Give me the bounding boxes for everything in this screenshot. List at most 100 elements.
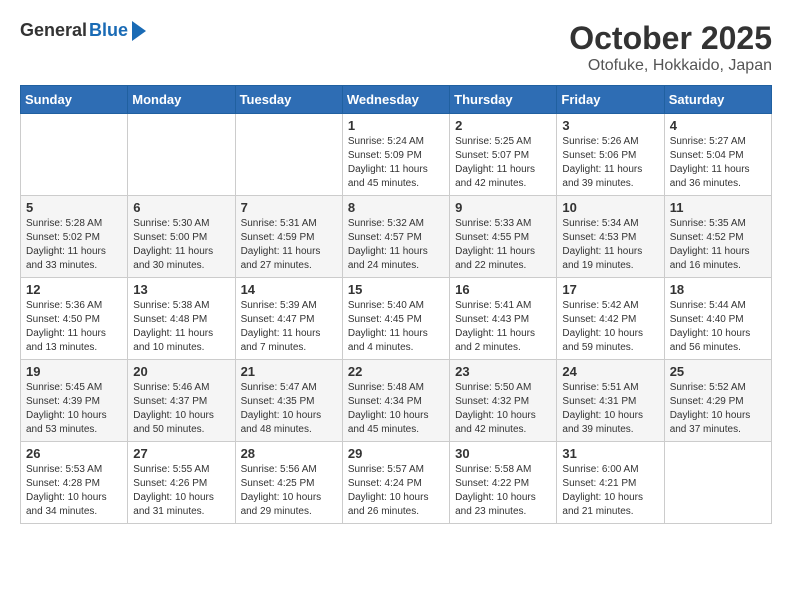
weekday-header-monday: Monday <box>128 86 235 114</box>
header: General Blue October 2025 Otofuke, Hokka… <box>20 20 772 75</box>
day-info: Sunrise: 5:32 AM Sunset: 4:57 PM Dayligh… <box>348 217 444 273</box>
day-info: Sunrise: 5:41 AM Sunset: 4:43 PM Dayligh… <box>455 299 551 355</box>
day-number: 20 <box>133 364 229 379</box>
calendar-cell: 12 Sunrise: 5:36 AM Sunset: 4:50 PM Dayli… <box>21 278 128 360</box>
day-info: Sunrise: 5:57 AM Sunset: 4:24 PM Dayligh… <box>348 463 444 519</box>
calendar-cell: 17 Sunrise: 5:42 AM Sunset: 4:42 PM Dayli… <box>557 278 664 360</box>
logo-arrow-icon <box>132 21 146 41</box>
calendar-cell: 18Sunrise: 5:44 AM Sunset: 4:40 PM Dayli… <box>664 278 771 360</box>
location-title: Otofuke, Hokkaido, Japan <box>569 57 772 75</box>
day-info: Sunrise: 5:36 AM Sunset: 4:50 PM Dayligh… <box>26 299 122 355</box>
calendar-cell: 23 Sunrise: 5:50 AM Sunset: 4:32 PM Dayli… <box>450 360 557 442</box>
day-number: 3 <box>562 118 658 133</box>
calendar-cell <box>21 114 128 196</box>
day-number: 5 <box>26 200 122 215</box>
day-info: Sunrise: 5:52 AM Sunset: 4:29 PM Dayligh… <box>670 381 766 437</box>
day-info: Sunrise: 5:39 AM Sunset: 4:47 PM Dayligh… <box>241 299 337 355</box>
day-info: Sunrise: 5:55 AM Sunset: 4:26 PM Dayligh… <box>133 463 229 519</box>
day-info: Sunrise: 5:26 AM Sunset: 5:06 PM Dayligh… <box>562 135 658 191</box>
weekday-header-thursday: Thursday <box>450 86 557 114</box>
day-number: 8 <box>348 200 444 215</box>
day-info: Sunrise: 5:58 AM Sunset: 4:22 PM Dayligh… <box>455 463 551 519</box>
day-info: Sunrise: 5:45 AM Sunset: 4:39 PM Dayligh… <box>26 381 122 437</box>
weekday-header-saturday: Saturday <box>664 86 771 114</box>
day-info: Sunrise: 5:30 AM Sunset: 5:00 PM Dayligh… <box>133 217 229 273</box>
day-info: Sunrise: 5:35 AM Sunset: 4:52 PM Dayligh… <box>670 217 766 273</box>
day-info: Sunrise: 5:38 AM Sunset: 4:48 PM Dayligh… <box>133 299 229 355</box>
logo: General Blue <box>20 20 146 41</box>
day-number: 29 <box>348 446 444 461</box>
day-info: Sunrise: 5:24 AM Sunset: 5:09 PM Dayligh… <box>348 135 444 191</box>
calendar-cell: 5 Sunrise: 5:28 AM Sunset: 5:02 PM Daylig… <box>21 196 128 278</box>
day-number: 17 <box>562 282 658 297</box>
day-number: 13 <box>133 282 229 297</box>
day-info: Sunrise: 5:33 AM Sunset: 4:55 PM Dayligh… <box>455 217 551 273</box>
day-number: 30 <box>455 446 551 461</box>
calendar-cell: 14Sunrise: 5:39 AM Sunset: 4:47 PM Dayli… <box>235 278 342 360</box>
day-info: Sunrise: 5:53 AM Sunset: 4:28 PM Dayligh… <box>26 463 122 519</box>
calendar-cell: 10 Sunrise: 5:34 AM Sunset: 4:53 PM Dayli… <box>557 196 664 278</box>
day-number: 22 <box>348 364 444 379</box>
day-number: 7 <box>241 200 337 215</box>
calendar-cell: 15Sunrise: 5:40 AM Sunset: 4:45 PM Dayli… <box>342 278 449 360</box>
day-number: 28 <box>241 446 337 461</box>
day-number: 12 <box>26 282 122 297</box>
day-info: Sunrise: 5:56 AM Sunset: 4:25 PM Dayligh… <box>241 463 337 519</box>
calendar-cell: 8 Sunrise: 5:32 AM Sunset: 4:57 PM Daylig… <box>342 196 449 278</box>
day-number: 25 <box>670 364 766 379</box>
calendar-cell <box>664 442 771 524</box>
calendar-cell: 6Sunrise: 5:30 AM Sunset: 5:00 PM Daylig… <box>128 196 235 278</box>
calendar-cell: 27 Sunrise: 5:55 AM Sunset: 4:26 PM Dayli… <box>128 442 235 524</box>
day-number: 16 <box>455 282 551 297</box>
calendar-cell: 19 Sunrise: 5:45 AM Sunset: 4:39 PM Dayli… <box>21 360 128 442</box>
week-row-4: 19 Sunrise: 5:45 AM Sunset: 4:39 PM Dayli… <box>21 360 772 442</box>
day-number: 27 <box>133 446 229 461</box>
day-info: Sunrise: 5:48 AM Sunset: 4:34 PM Dayligh… <box>348 381 444 437</box>
day-number: 2 <box>455 118 551 133</box>
day-info: Sunrise: 5:40 AM Sunset: 4:45 PM Dayligh… <box>348 299 444 355</box>
day-info: Sunrise: 6:00 AM Sunset: 4:21 PM Dayligh… <box>562 463 658 519</box>
calendar-cell <box>235 114 342 196</box>
calendar-cell: 2 Sunrise: 5:25 AM Sunset: 5:07 PM Daylig… <box>450 114 557 196</box>
day-number: 21 <box>241 364 337 379</box>
day-info: Sunrise: 5:51 AM Sunset: 4:31 PM Dayligh… <box>562 381 658 437</box>
calendar: SundayMondayTuesdayWednesdayThursdayFrid… <box>20 85 772 524</box>
day-number: 18 <box>670 282 766 297</box>
day-info: Sunrise: 5:42 AM Sunset: 4:42 PM Dayligh… <box>562 299 658 355</box>
logo-blue-text: Blue <box>89 20 128 41</box>
calendar-cell: 4 Sunrise: 5:27 AM Sunset: 5:04 PM Daylig… <box>664 114 771 196</box>
day-number: 24 <box>562 364 658 379</box>
calendar-cell: 24 Sunrise: 5:51 AM Sunset: 4:31 PM Dayli… <box>557 360 664 442</box>
calendar-cell: 29 Sunrise: 5:57 AM Sunset: 4:24 PM Dayli… <box>342 442 449 524</box>
month-title: October 2025 <box>569 20 772 57</box>
day-info: Sunrise: 5:31 AM Sunset: 4:59 PM Dayligh… <box>241 217 337 273</box>
calendar-cell: 25 Sunrise: 5:52 AM Sunset: 4:29 PM Dayli… <box>664 360 771 442</box>
calendar-cell: 3 Sunrise: 5:26 AM Sunset: 5:06 PM Daylig… <box>557 114 664 196</box>
day-info: Sunrise: 5:25 AM Sunset: 5:07 PM Dayligh… <box>455 135 551 191</box>
day-info: Sunrise: 5:50 AM Sunset: 4:32 PM Dayligh… <box>455 381 551 437</box>
weekday-header-sunday: Sunday <box>21 86 128 114</box>
calendar-cell: 7 Sunrise: 5:31 AM Sunset: 4:59 PM Daylig… <box>235 196 342 278</box>
day-info: Sunrise: 5:34 AM Sunset: 4:53 PM Dayligh… <box>562 217 658 273</box>
day-number: 4 <box>670 118 766 133</box>
day-info: Sunrise: 5:46 AM Sunset: 4:37 PM Dayligh… <box>133 381 229 437</box>
calendar-cell: 9Sunrise: 5:33 AM Sunset: 4:55 PM Daylig… <box>450 196 557 278</box>
day-info: Sunrise: 5:28 AM Sunset: 5:02 PM Dayligh… <box>26 217 122 273</box>
day-number: 19 <box>26 364 122 379</box>
calendar-cell: 13 Sunrise: 5:38 AM Sunset: 4:48 PM Dayli… <box>128 278 235 360</box>
calendar-cell: 26Sunrise: 5:53 AM Sunset: 4:28 PM Dayli… <box>21 442 128 524</box>
week-row-3: 12 Sunrise: 5:36 AM Sunset: 4:50 PM Dayli… <box>21 278 772 360</box>
day-info: Sunrise: 5:27 AM Sunset: 5:04 PM Dayligh… <box>670 135 766 191</box>
calendar-cell: 1Sunrise: 5:24 AM Sunset: 5:09 PM Daylig… <box>342 114 449 196</box>
weekday-header-wednesday: Wednesday <box>342 86 449 114</box>
weekday-header-friday: Friday <box>557 86 664 114</box>
day-number: 10 <box>562 200 658 215</box>
day-number: 11 <box>670 200 766 215</box>
title-section: October 2025 Otofuke, Hokkaido, Japan <box>569 20 772 75</box>
calendar-cell: 20 Sunrise: 5:46 AM Sunset: 4:37 PM Dayli… <box>128 360 235 442</box>
calendar-cell: 31Sunrise: 6:00 AM Sunset: 4:21 PM Dayli… <box>557 442 664 524</box>
calendar-cell: 11 Sunrise: 5:35 AM Sunset: 4:52 PM Dayli… <box>664 196 771 278</box>
weekday-header-row: SundayMondayTuesdayWednesdayThursdayFrid… <box>21 86 772 114</box>
day-number: 23 <box>455 364 551 379</box>
calendar-cell: 28 Sunrise: 5:56 AM Sunset: 4:25 PM Dayli… <box>235 442 342 524</box>
